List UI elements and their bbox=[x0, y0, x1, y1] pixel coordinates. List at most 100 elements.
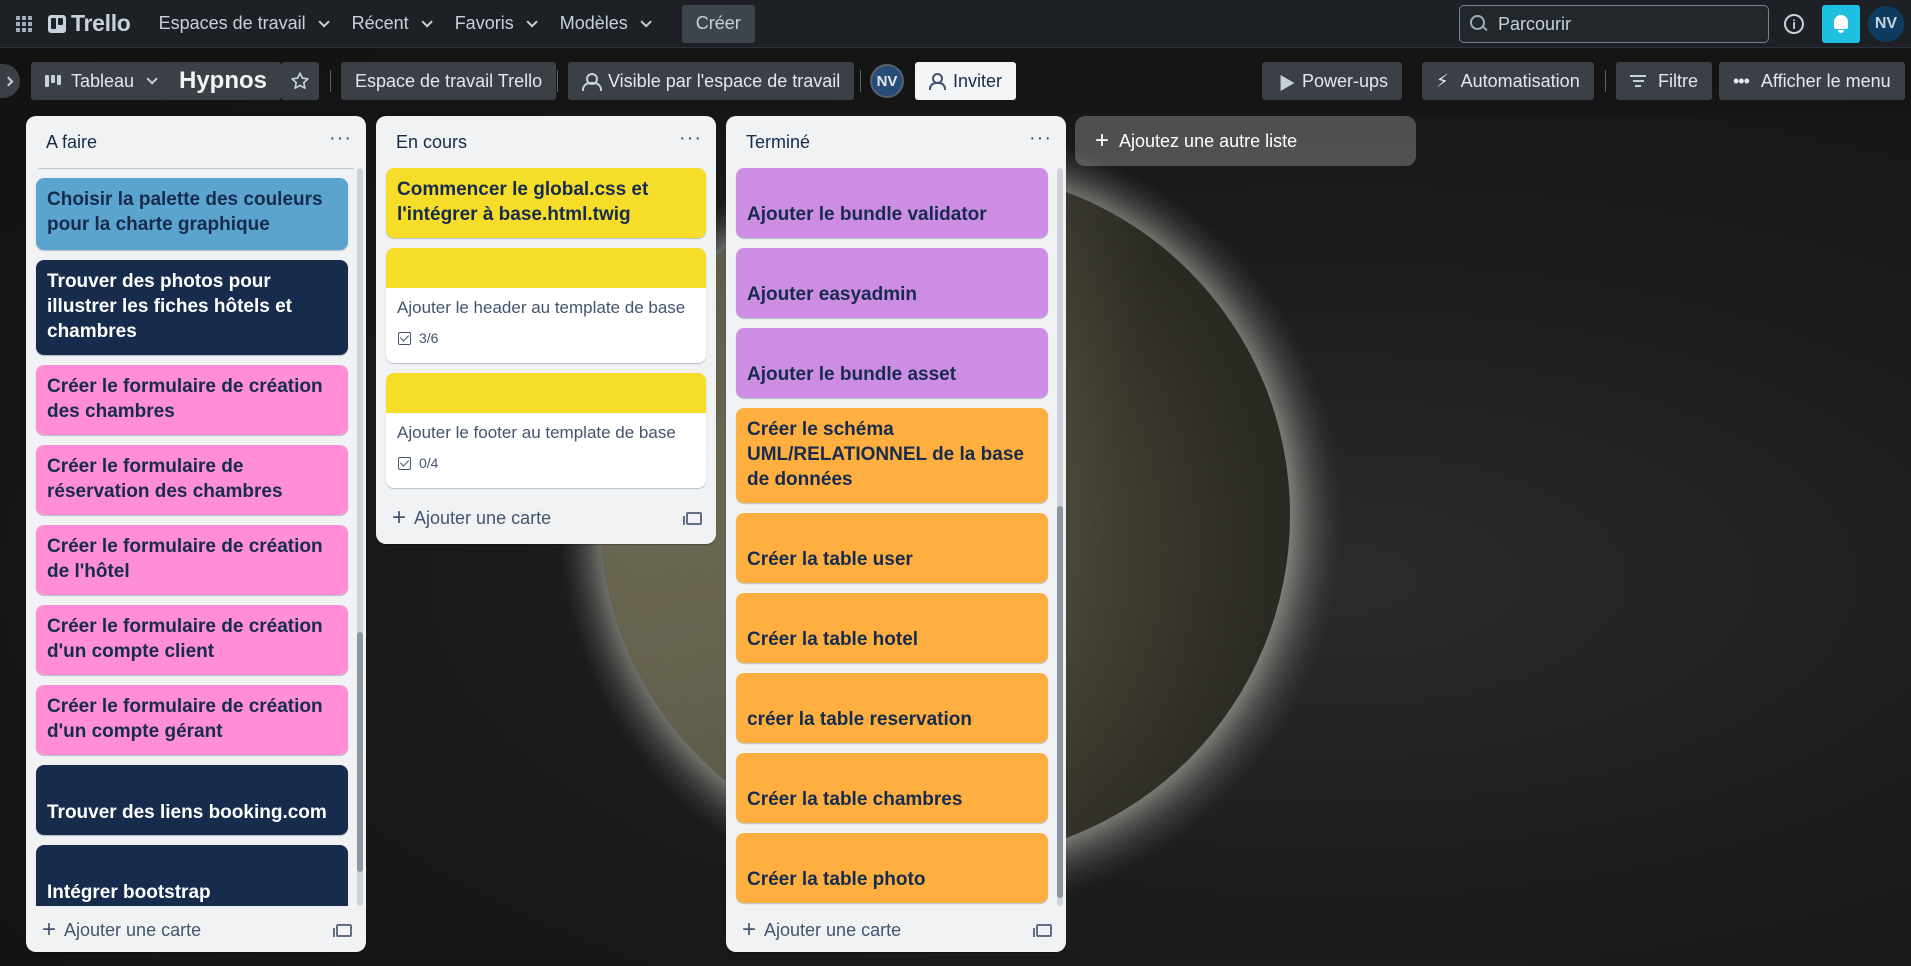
board-title[interactable]: Hypnos bbox=[165, 62, 282, 100]
card[interactable]: Créer le formulaire de création des cham… bbox=[36, 365, 348, 435]
list-header[interactable]: En cours ··· bbox=[376, 116, 716, 168]
checklist-icon bbox=[398, 457, 411, 470]
list-cards: Choisir la palette des couleurs pour la … bbox=[26, 168, 366, 906]
trello-app: Trello Espaces de travail Récent Favoris… bbox=[0, 0, 1911, 966]
chevron-down-icon bbox=[526, 15, 538, 28]
member-avatar[interactable]: NV bbox=[870, 64, 904, 98]
card[interactable]: Créer le formulaire de réservation des c… bbox=[36, 445, 348, 515]
top-navigation: Trello Espaces de travail Récent Favoris… bbox=[0, 0, 1911, 48]
card[interactable]: Créer la table photo bbox=[736, 833, 1048, 903]
header-divider bbox=[330, 70, 331, 92]
list-header[interactable]: Terminé ··· bbox=[726, 116, 1066, 168]
card[interactable]: créer la table reservation bbox=[736, 673, 1048, 743]
list-actions-icon[interactable]: ··· bbox=[679, 128, 702, 148]
list-a-faire: A faire ··· Choisir la palette des coule… bbox=[26, 116, 366, 952]
checklist-count: 3/6 bbox=[419, 330, 439, 346]
automation-label: Automatisation bbox=[1460, 70, 1580, 91]
card[interactable]: Trouver des photos pour illustrer les fi… bbox=[36, 260, 348, 355]
account-avatar[interactable]: NV bbox=[1868, 6, 1904, 42]
add-card-button[interactable]: + Ajouter une carte bbox=[390, 506, 551, 530]
add-card-button[interactable]: + Ajouter une carte bbox=[40, 918, 201, 942]
lightning-icon: ⚡ bbox=[1436, 70, 1449, 91]
notifications-button[interactable] bbox=[1822, 5, 1860, 43]
list-header[interactable]: A faire ··· bbox=[26, 116, 366, 168]
nav-workspaces[interactable]: Espaces de travail bbox=[149, 8, 336, 40]
header-divider bbox=[557, 70, 558, 92]
card[interactable]: Choisir la palette des couleurs pour la … bbox=[36, 178, 348, 250]
card[interactable]: Commencer le global.css et l'intégrer à … bbox=[386, 168, 706, 238]
powerups-button[interactable]: Power-ups bbox=[1262, 62, 1403, 100]
card[interactable]: Créer le formulaire de création de l'hôt… bbox=[36, 525, 348, 595]
list-title[interactable]: Terminé bbox=[746, 132, 810, 153]
nav-templates[interactable]: Modèles bbox=[550, 8, 658, 40]
trello-logo-text: Trello bbox=[71, 10, 131, 36]
chevron-down-icon bbox=[318, 15, 330, 28]
board-view-icon bbox=[45, 75, 63, 87]
plus-icon: + bbox=[1095, 127, 1110, 154]
card[interactable]: Créer la table chambres bbox=[736, 753, 1048, 823]
nav-recent[interactable]: Récent bbox=[342, 8, 439, 40]
nav-starred[interactable]: Favoris bbox=[445, 8, 544, 40]
automation-button[interactable]: ⚡ Automatisation bbox=[1422, 62, 1594, 100]
card[interactable]: Créer le schéma UML/RELATIONNEL de la ba… bbox=[736, 408, 1048, 503]
list-actions-icon[interactable]: ··· bbox=[1029, 128, 1052, 148]
list-scroll-thumb[interactable] bbox=[1057, 506, 1063, 898]
list-termine: Terminé ··· Ajouter le bundle validator … bbox=[726, 116, 1066, 952]
card[interactable]: Ajouter le header au template de base 3/… bbox=[386, 248, 706, 363]
add-card-row: + Ajouter une carte bbox=[26, 906, 366, 954]
card[interactable]: Ajouter le bundle asset bbox=[736, 328, 1048, 398]
card[interactable]: Ajouter easyadmin bbox=[736, 248, 1048, 318]
nav-workspaces-label: Espaces de travail bbox=[158, 13, 306, 33]
add-card-button[interactable]: + Ajouter une carte bbox=[740, 918, 901, 942]
list-title[interactable]: A faire bbox=[46, 132, 97, 153]
add-list-button[interactable]: + Ajoutez une autre liste bbox=[1075, 116, 1416, 166]
bell-icon bbox=[1833, 15, 1849, 33]
list-title[interactable]: En cours bbox=[396, 132, 467, 153]
add-card-label: Ajouter une carte bbox=[764, 919, 902, 940]
add-card-label: Ajouter une carte bbox=[414, 507, 552, 528]
search-box[interactable] bbox=[1459, 5, 1769, 43]
plus-icon: + bbox=[42, 916, 57, 943]
invite-button[interactable]: Inviter bbox=[915, 62, 1017, 100]
card[interactable]: Ajouter le footer au template de base 0/… bbox=[386, 373, 706, 488]
view-switcher-button[interactable]: Tableau bbox=[31, 62, 169, 100]
add-card-label: Ajouter une carte bbox=[64, 919, 202, 940]
invite-label: Inviter bbox=[953, 70, 1003, 91]
show-menu-button[interactable]: ••• Afficher le menu bbox=[1719, 62, 1905, 100]
trello-logo[interactable]: Trello bbox=[48, 10, 131, 37]
workspace-button[interactable]: Espace de travail Trello bbox=[341, 62, 557, 100]
add-list-label: Ajoutez une autre liste bbox=[1119, 130, 1298, 151]
card[interactable]: Créer le formulaire de création d'un com… bbox=[36, 605, 348, 675]
visibility-button[interactable]: Visible par l'espace de travail bbox=[568, 62, 855, 100]
info-icon[interactable]: i bbox=[1784, 14, 1804, 34]
card-template-icon[interactable] bbox=[333, 923, 352, 937]
chevron-down-icon bbox=[421, 15, 433, 28]
card[interactable]: Créer la table hotel bbox=[736, 593, 1048, 663]
card[interactable]: Trouver des liens booking.com bbox=[36, 765, 348, 835]
card[interactable]: Créer le formulaire de création d'un com… bbox=[36, 685, 348, 755]
powerups-label: Power-ups bbox=[1302, 70, 1389, 91]
add-member-icon bbox=[929, 73, 946, 90]
show-menu-label: Afficher le menu bbox=[1760, 70, 1891, 91]
card[interactable]: Ajouter le bundle validator bbox=[736, 168, 1048, 238]
list-scroll-thumb[interactable] bbox=[357, 632, 363, 872]
app-switcher-icon[interactable] bbox=[8, 8, 40, 40]
star-board-button[interactable] bbox=[281, 62, 319, 100]
card-cover bbox=[386, 373, 706, 413]
trello-logo-icon bbox=[48, 14, 66, 33]
card-title: Ajouter le header au template de base bbox=[397, 298, 686, 317]
card[interactable]: Intégrer bootstrap bbox=[36, 845, 348, 906]
card-template-icon[interactable] bbox=[1033, 923, 1052, 937]
add-card-row: + Ajouter une carte bbox=[376, 494, 716, 542]
card-template-icon[interactable] bbox=[683, 511, 702, 525]
search-icon bbox=[1470, 15, 1488, 33]
card[interactable]: Créer la table user bbox=[736, 513, 1048, 583]
nav-starred-label: Favoris bbox=[454, 13, 514, 33]
card-cover bbox=[386, 248, 706, 288]
checklist-badge: 0/4 bbox=[386, 447, 706, 486]
nav-recent-label: Récent bbox=[351, 13, 409, 33]
search-input[interactable] bbox=[1498, 13, 1748, 35]
create-button[interactable]: Créer bbox=[681, 4, 755, 43]
filter-button[interactable]: Filtre bbox=[1616, 62, 1712, 100]
list-actions-icon[interactable]: ··· bbox=[329, 128, 352, 148]
